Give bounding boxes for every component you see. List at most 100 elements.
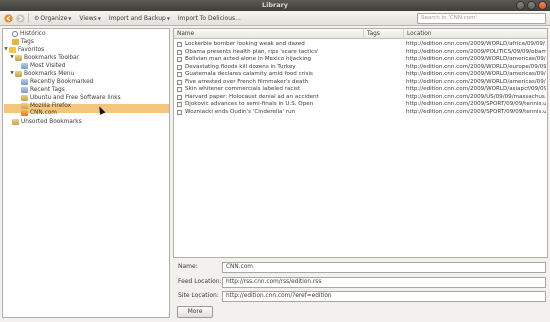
table-row[interactable]: Harvard paper: Holocaust denial ad an ac… — [174, 93, 547, 102]
row-location: http://edition.cnn.com/2009/SPORT/09/09/… — [406, 101, 546, 107]
row-location: http://edition.cnn.com/2009/WORLD/americ… — [406, 78, 546, 85]
minimize-button[interactable] — [516, 1, 525, 10]
forward-button[interactable] — [15, 13, 26, 24]
feed-location-label: Feed Location: — [178, 278, 222, 285]
column-header-name[interactable]: Name — [174, 29, 364, 39]
sidebar-item-unsorted-bookmarks[interactable]: Unsorted Bookmarks — [6, 118, 82, 126]
query-icon — [21, 79, 28, 85]
import-backup-label: Import and Backup — [108, 14, 166, 22]
sidebar-item-label: CNN.com — [30, 110, 57, 116]
title-bar: Library — [0, 0, 550, 11]
site-location-label: Site Location: — [178, 292, 219, 299]
bookmark-icon — [177, 102, 182, 108]
site-location-field[interactable]: http://edition.cnn.com/?eref=edition — [222, 291, 546, 302]
row-name: Obama presents health plan, rips 'scare … — [185, 48, 319, 55]
import-delicious-button[interactable]: Import To Delicious... — [175, 13, 244, 24]
back-button[interactable] — [3, 13, 14, 24]
sidebar-item-ubuntu-links[interactable]: Ubuntu and Free Software links — [21, 94, 121, 102]
bookmark-icon — [177, 49, 182, 55]
sidebar-item-favoritos[interactable]: ▼ Favoritos — [3, 46, 44, 54]
folder-icon — [15, 55, 22, 61]
bookmark-icon — [177, 64, 182, 70]
row-location: http://edition.cnn.com/2009/WORLD/asiapc… — [406, 86, 546, 92]
import-backup-menu[interactable]: Import and Backup ▼ — [106, 13, 173, 24]
sidebar-item-label: Tags — [21, 39, 34, 45]
views-menu[interactable]: Views ▼ — [76, 13, 103, 24]
name-label: Name: — [178, 263, 198, 270]
folder-icon — [12, 119, 19, 125]
sidebar-item-label: Recent Tags — [30, 87, 65, 93]
more-button[interactable]: More — [177, 306, 213, 318]
row-location: http://edition.cnn.com/2009/WORLD/americ… — [406, 71, 546, 77]
bookmark-icon — [177, 72, 182, 78]
table-row[interactable]: Bolivian man acted alone in Mexico hijac… — [174, 56, 547, 64]
sidebar-item-tags[interactable]: Tags — [6, 38, 34, 46]
live-bookmark-icon — [21, 110, 28, 116]
chevron-down-icon: ▼ — [68, 15, 72, 21]
query-icon — [21, 87, 28, 93]
close-button[interactable] — [538, 1, 547, 10]
row-location: http://edition.cnn.com/2009/POLITICS/09/… — [406, 48, 546, 55]
organize-label: Organize — [40, 14, 68, 22]
bookmark-icon — [177, 42, 182, 48]
sidebar-item-recent-tags[interactable]: Recent Tags — [21, 86, 65, 94]
sidebar-item-label: Bookmarks Toolbar — [24, 55, 80, 61]
row-location: http://edition.cnn.com/2009/WORLD/europe… — [406, 63, 546, 70]
arrow-right-icon — [16, 13, 25, 23]
table-row[interactable]: Guatemala declares calamity amid food cr… — [174, 71, 547, 79]
bookmark-list[interactable]: Name Tags Location Lockerbie bomber look… — [173, 28, 548, 258]
column-header-location[interactable]: Location — [404, 29, 547, 39]
sidebar-item-history[interactable]: Histórico — [6, 30, 46, 38]
row-location: http://edition.cnn.com/2009/WORLD/americ… — [406, 56, 546, 62]
bookmark-icon — [177, 57, 182, 63]
row-location: http://edition.cnn.com/2009/US/09/09/mas… — [406, 93, 546, 100]
search-input[interactable]: Search in 'CNN.com' — [417, 13, 546, 24]
row-name: Guatemala declares calamity amid food cr… — [185, 71, 313, 77]
maximize-button[interactable] — [527, 1, 536, 10]
name-field[interactable]: CNN.com — [222, 262, 546, 273]
row-location: http://edition.cnn.com/2009/WORLD/africa… — [406, 41, 546, 47]
sidebar-item-label: Recently Bookmarked — [30, 79, 94, 85]
table-row[interactable]: Obama presents health plan, rips 'scare … — [174, 48, 547, 57]
tag-icon — [12, 39, 19, 45]
toolbar: ⚙ Organize ▼ Views ▼ Import and Backup ▼ Im… — [0, 11, 550, 26]
row-name: Bolivian man acted alone in Mexico hijac… — [185, 56, 312, 62]
organize-menu[interactable]: ⚙ Organize ▼ — [31, 13, 74, 24]
sidebar-tree[interactable]: Histórico Tags ▼ Favoritos ▼ Bookmarks T… — [2, 28, 170, 318]
sidebar-item-bookmarks-toolbar[interactable]: ▼ Bookmarks Toolbar — [9, 54, 79, 62]
views-label: Views — [79, 14, 97, 22]
toolbar-separator — [28, 13, 29, 23]
sidebar-item-cnn[interactable]: CNN.com — [21, 109, 57, 117]
sidebar-item-label: Bookmarks Menu — [24, 71, 75, 77]
row-name: Djokovic advances to semi-finals in U.S.… — [185, 101, 314, 107]
table-row[interactable]: Lockerbie bomber looking weak and dazed … — [174, 41, 547, 49]
table-row[interactable]: Djokovic advances to semi-finals in U.S.… — [174, 101, 547, 109]
folder-icon — [15, 71, 22, 77]
history-icon — [12, 31, 18, 37]
gear-icon: ⚙ — [34, 14, 40, 22]
window-title: Library — [261, 1, 289, 9]
chevron-down-icon: ▼ — [97, 15, 101, 21]
import-delicious-label: Import To Delicious... — [177, 14, 241, 22]
row-location: http://edition.cnn.com/2009/SPORT/09/09/… — [406, 108, 546, 115]
row-name: Skin whitener commercials labeled racist — [185, 86, 301, 92]
row-name: Lockerbie bomber looking weak and dazed — [185, 41, 305, 47]
column-header-tags[interactable]: Tags — [364, 29, 404, 39]
star-icon — [9, 47, 16, 53]
row-name: Harvard paper: Holocaust denial ad an ac… — [185, 93, 319, 100]
chevron-down-icon: ▼ — [166, 15, 170, 21]
table-row[interactable]: Devastating floods kill dozens in Turkey… — [174, 63, 547, 72]
sidebar-item-bookmarks-menu[interactable]: ▼ Bookmarks Menu — [9, 70, 74, 78]
sidebar-item-recently-bookmarked[interactable]: Recently Bookmarked — [21, 78, 93, 86]
table-row[interactable]: Wozniacki ends Oudin's 'Cinderella' run … — [174, 108, 547, 117]
sidebar-item-label: Histórico — [20, 31, 46, 37]
window-controls — [516, 1, 547, 10]
bookmark-icon — [177, 109, 182, 115]
row-name: Five arrested over French filmmaker's de… — [185, 78, 309, 85]
row-name: Wozniacki ends Oudin's 'Cinderella' run — [185, 108, 296, 115]
feed-location-field[interactable]: http://rss.cnn.com/rss/edition.rss — [222, 277, 546, 288]
table-row[interactable]: Skin whitener commercials labeled racist… — [174, 86, 547, 94]
sidebar-item-label: Most Visited — [30, 63, 66, 69]
sidebar-item-most-visited[interactable]: Most Visited — [21, 62, 65, 70]
table-row[interactable]: Five arrested over French filmmaker's de… — [174, 78, 547, 87]
